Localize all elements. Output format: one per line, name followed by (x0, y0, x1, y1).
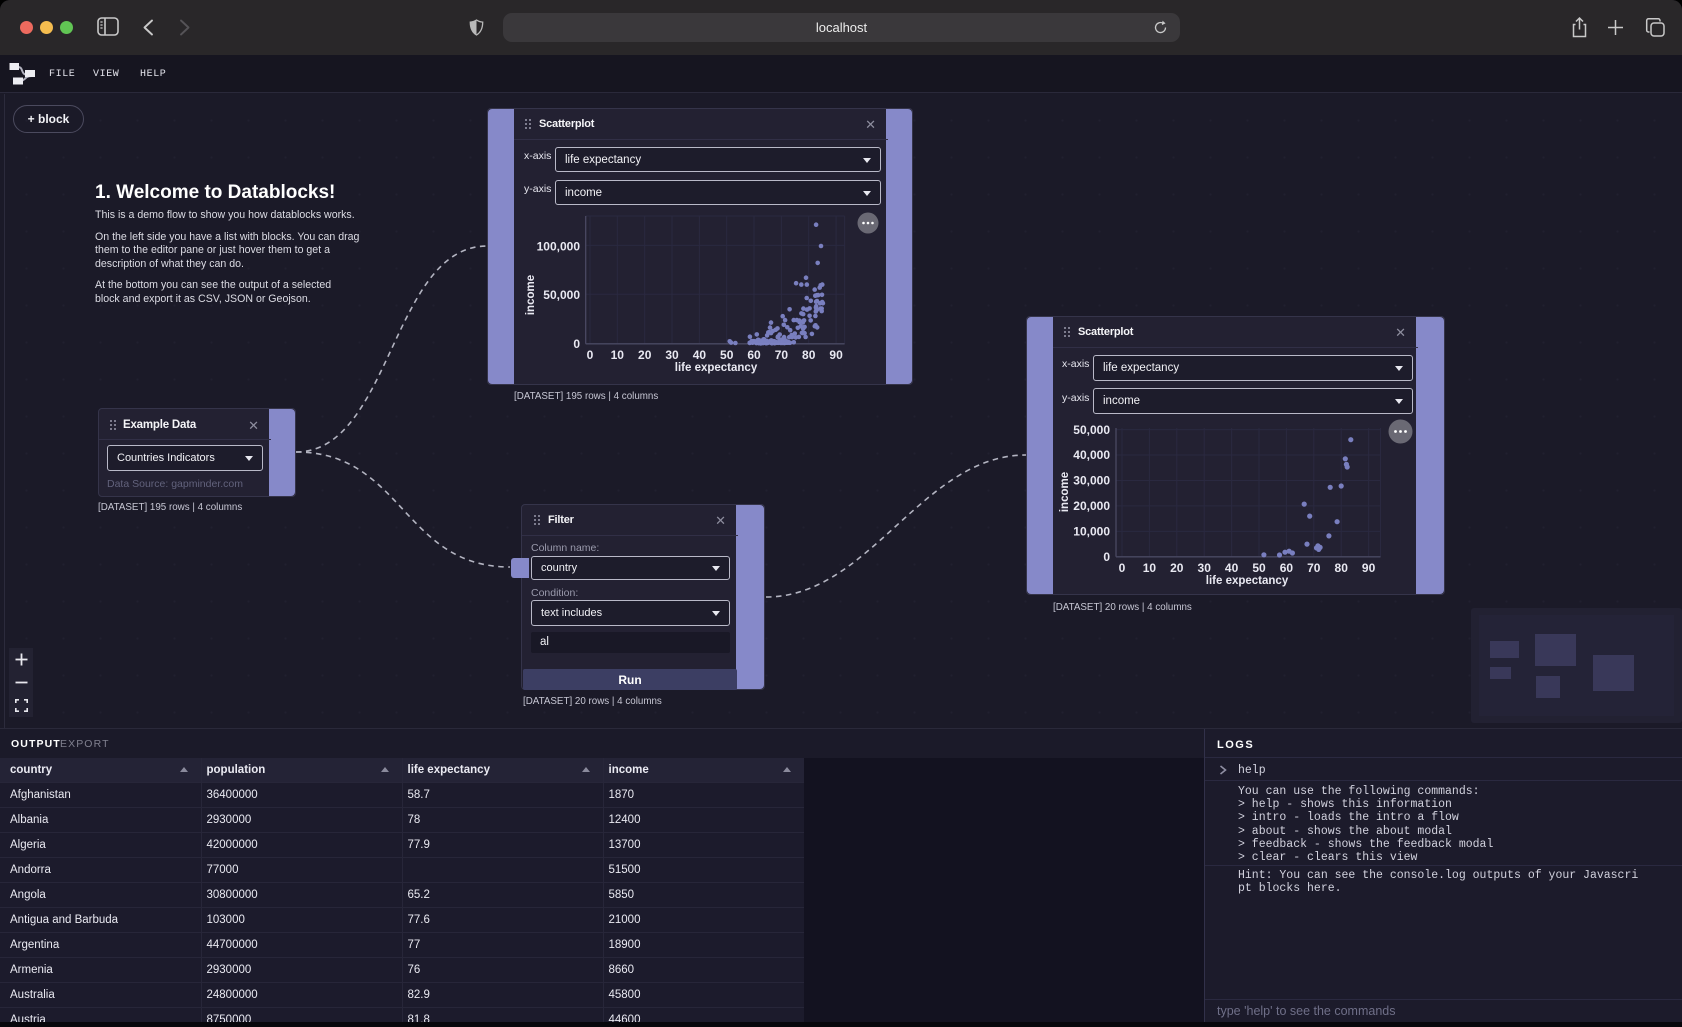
svg-text:40,000: 40,000 (1073, 448, 1110, 462)
svg-text:20: 20 (1170, 561, 1184, 575)
svg-text:life expectancy: life expectancy (675, 362, 758, 374)
svg-text:0: 0 (587, 348, 594, 362)
svg-text:40: 40 (693, 348, 707, 362)
svg-text:50: 50 (1252, 561, 1266, 575)
svg-text:0: 0 (1119, 561, 1126, 575)
svg-text:70: 70 (1307, 561, 1321, 575)
svg-text:90: 90 (829, 348, 843, 362)
svg-text:life expectancy: life expectancy (1206, 575, 1289, 587)
svg-text:100,000: 100,000 (537, 240, 581, 254)
svg-text:90: 90 (1362, 561, 1376, 575)
svg-text:60: 60 (747, 348, 761, 362)
svg-text:20: 20 (638, 348, 652, 362)
svg-text:30,000: 30,000 (1073, 474, 1110, 488)
svg-text:80: 80 (802, 348, 816, 362)
svg-text:50,000: 50,000 (543, 288, 580, 302)
svg-text:60: 60 (1280, 561, 1294, 575)
svg-text:0: 0 (1103, 550, 1110, 564)
svg-text:50: 50 (720, 348, 734, 362)
svg-text:10: 10 (1143, 561, 1157, 575)
svg-text:40: 40 (1225, 561, 1239, 575)
svg-text:80: 80 (1335, 561, 1349, 575)
svg-text:income: income (1059, 472, 1071, 512)
svg-text:income: income (525, 275, 537, 315)
svg-text:70: 70 (775, 348, 789, 362)
svg-text:20,000: 20,000 (1073, 499, 1110, 513)
svg-text:30: 30 (665, 348, 679, 362)
svg-text:10,000: 10,000 (1073, 525, 1110, 539)
svg-text:10: 10 (611, 348, 625, 362)
svg-text:30: 30 (1198, 561, 1212, 575)
svg-text:50,000: 50,000 (1073, 423, 1110, 437)
svg-text:0: 0 (573, 337, 580, 351)
